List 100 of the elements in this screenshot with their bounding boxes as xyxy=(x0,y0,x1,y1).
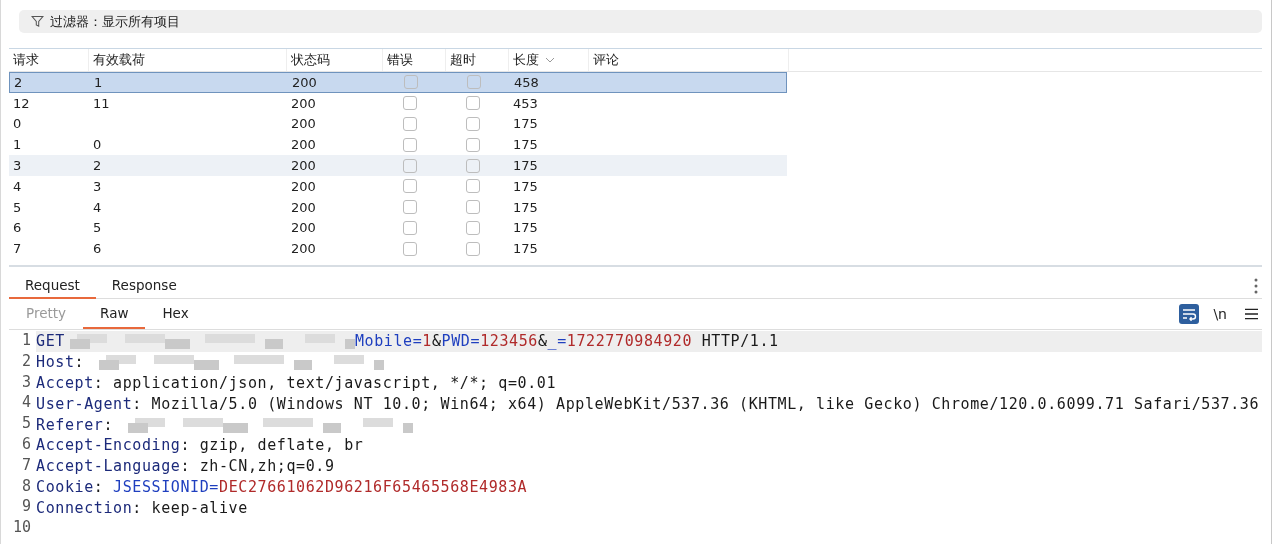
table-cell: 1 xyxy=(94,74,103,90)
code-token: Accept xyxy=(36,374,94,392)
table-row[interactable]: 1 0 200 175 xyxy=(9,134,787,156)
line-number: 5 xyxy=(20,414,32,435)
code-token: PWD= xyxy=(441,332,481,351)
code-token: Referer xyxy=(36,415,104,434)
wrap-icon[interactable] xyxy=(1179,304,1200,324)
table-cell: 11 xyxy=(93,95,110,111)
table-cell: 175 xyxy=(513,241,538,257)
code-token: DEC27661062D96216F65465568E4983A xyxy=(219,477,528,496)
table-row[interactable]: 6 5 200 175 xyxy=(9,217,787,239)
table-cell: 200 xyxy=(291,116,316,132)
code-token: _= xyxy=(547,332,567,351)
column-header[interactable]: 有效载荷 xyxy=(89,49,287,71)
filter-label: 过滤器：显示所有项目 xyxy=(50,12,180,31)
line-number: 4 xyxy=(20,393,32,414)
table-cell: 175 xyxy=(513,116,538,132)
table-row[interactable]: 12 11 200 453 xyxy=(9,92,787,114)
table-row[interactable]: 5 4 200 175 xyxy=(9,196,787,218)
table-cell: 6 xyxy=(93,241,102,257)
tab[interactable]: Raw xyxy=(83,299,146,329)
table-cell: 2 xyxy=(93,158,102,174)
table-cell: 6 xyxy=(13,220,22,236)
table-cell: 3 xyxy=(93,178,102,194)
code-token: : zh-CN,zh;q=0.9 xyxy=(180,457,335,476)
line-number: 3 xyxy=(20,372,32,393)
code-token: 123456 xyxy=(480,332,538,351)
table-cell: 200 xyxy=(291,241,316,257)
code-token: : gzip, deflate, br xyxy=(180,436,364,455)
tab[interactable]: Response xyxy=(95,272,193,299)
table-cell: 0 xyxy=(93,137,102,153)
table-cell: 175 xyxy=(513,137,538,153)
table-cell: 12 xyxy=(13,95,30,111)
table-cell: 4 xyxy=(13,178,22,194)
filter-bar[interactable]: 过滤器：显示所有项目 xyxy=(19,10,1262,33)
code-token: : xyxy=(103,415,115,434)
filter-icon xyxy=(31,15,44,28)
column-header[interactable]: 超时 xyxy=(446,49,509,71)
table-cell: 4 xyxy=(93,199,102,215)
column-header[interactable]: 请求 xyxy=(9,49,89,71)
table-cell: 200 xyxy=(291,178,316,194)
table-row[interactable]: 0 200 175 xyxy=(9,113,787,135)
code-token: Accept-Language xyxy=(36,457,181,476)
line-number: 6 xyxy=(20,435,32,455)
code-token: Cookie xyxy=(36,477,94,496)
table-cell: 175 xyxy=(513,158,538,174)
table-row[interactable]: 3 2 200 175 xyxy=(9,155,787,176)
newline-toggle[interactable]: \n xyxy=(1213,306,1227,322)
code-token: GET xyxy=(36,332,65,351)
code-token: Mobile= xyxy=(354,332,423,351)
code-token: : xyxy=(74,353,86,372)
code-token: 1 xyxy=(422,332,432,351)
table-cell: 175 xyxy=(513,178,538,194)
table-cell: 200 xyxy=(291,137,316,153)
menu-icon[interactable] xyxy=(1245,308,1258,320)
line-number: 10 xyxy=(11,518,32,539)
code-token: & xyxy=(431,332,442,351)
table-row[interactable]: 7 6 200 175 xyxy=(9,238,787,260)
code-token: : keep-alive xyxy=(132,498,248,517)
column-header[interactable]: 长度 xyxy=(509,49,589,71)
line-number: 8 xyxy=(20,476,32,497)
code-token: Connection xyxy=(36,498,133,517)
code-token: : application/json, text/javascript, */*; q=0.01 xyxy=(93,374,557,392)
table-row[interactable]: 2 1 200 458 xyxy=(9,72,787,93)
code-token: User-Agent xyxy=(36,394,133,413)
table-cell: 200 xyxy=(291,220,316,236)
table-cell: 1 xyxy=(13,137,22,153)
code-token: JSESSIONID= xyxy=(113,477,219,496)
code-token: 1722770984920 xyxy=(566,332,693,351)
code-token: : Mozilla/5.0 (Windows NT 10.0; Win64; x64) AppleWebKit/537.36 (KHTML, like Gecko) Chrome/120.0.6099.71 Safari/537.36 xyxy=(132,394,1260,413)
table-cell: 5 xyxy=(13,199,22,215)
table-cell: 200 xyxy=(291,199,316,215)
code-token: : xyxy=(93,477,105,496)
table-cell: 3 xyxy=(13,158,22,174)
table-cell: 5 xyxy=(93,220,102,236)
table-cell: 175 xyxy=(513,199,538,215)
more-icon[interactable] xyxy=(1254,277,1258,294)
table-cell: 453 xyxy=(513,95,538,111)
table-cell: 175 xyxy=(513,220,538,236)
code-token: HTTP/1.1 xyxy=(700,332,779,351)
column-header[interactable]: 错误 xyxy=(383,49,446,71)
table-cell: 458 xyxy=(514,74,539,90)
tab[interactable]: Hex xyxy=(145,299,206,329)
column-header[interactable]: 状态码 xyxy=(287,49,383,71)
line-number: 9 xyxy=(20,497,32,518)
code-token: & xyxy=(537,332,548,351)
line-number: 1 xyxy=(20,331,32,351)
table-cell: 200 xyxy=(292,74,317,90)
line-number: 7 xyxy=(20,455,32,476)
table-cell: 200 xyxy=(291,95,316,111)
table-cell: 2 xyxy=(14,74,23,90)
tab[interactable]: Request xyxy=(9,272,96,299)
code-token: Accept-Encoding xyxy=(36,436,181,455)
table-cell: 7 xyxy=(13,241,22,257)
column-header[interactable]: 评论 xyxy=(589,49,789,71)
table-row[interactable]: 4 3 200 175 xyxy=(9,176,787,197)
table-cell: 200 xyxy=(291,158,316,174)
code-token: Host xyxy=(36,353,75,372)
line-number: 2 xyxy=(20,351,32,372)
table-cell: 0 xyxy=(13,116,22,132)
